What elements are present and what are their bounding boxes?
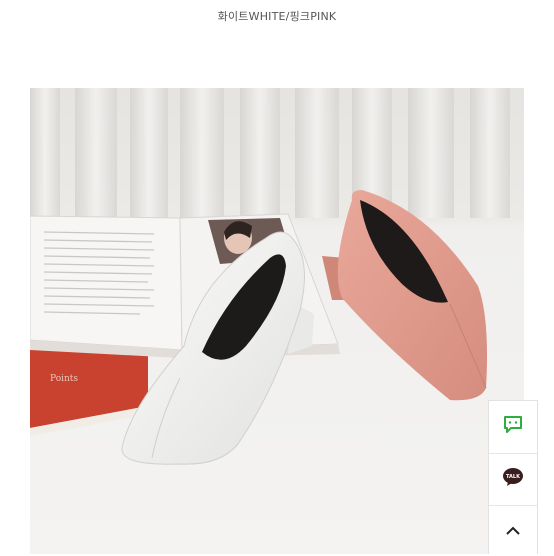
- product-color-caption: 화이트WHITE/핑크PINK: [217, 10, 337, 23]
- floating-side-buttons: TALK: [488, 400, 538, 556]
- scroll-top-button[interactable]: [489, 505, 537, 556]
- kakaotalk-button[interactable]: TALK: [489, 453, 537, 504]
- chevron-up-icon: [505, 522, 521, 541]
- product-photo: Points: [30, 88, 524, 554]
- svg-text:Points: Points: [50, 374, 78, 384]
- talk-text: TALK: [506, 474, 521, 480]
- chat-dots-icon: [503, 415, 523, 437]
- chat-button[interactable]: [489, 401, 537, 451]
- kakaotalk-icon: TALK: [502, 467, 524, 491]
